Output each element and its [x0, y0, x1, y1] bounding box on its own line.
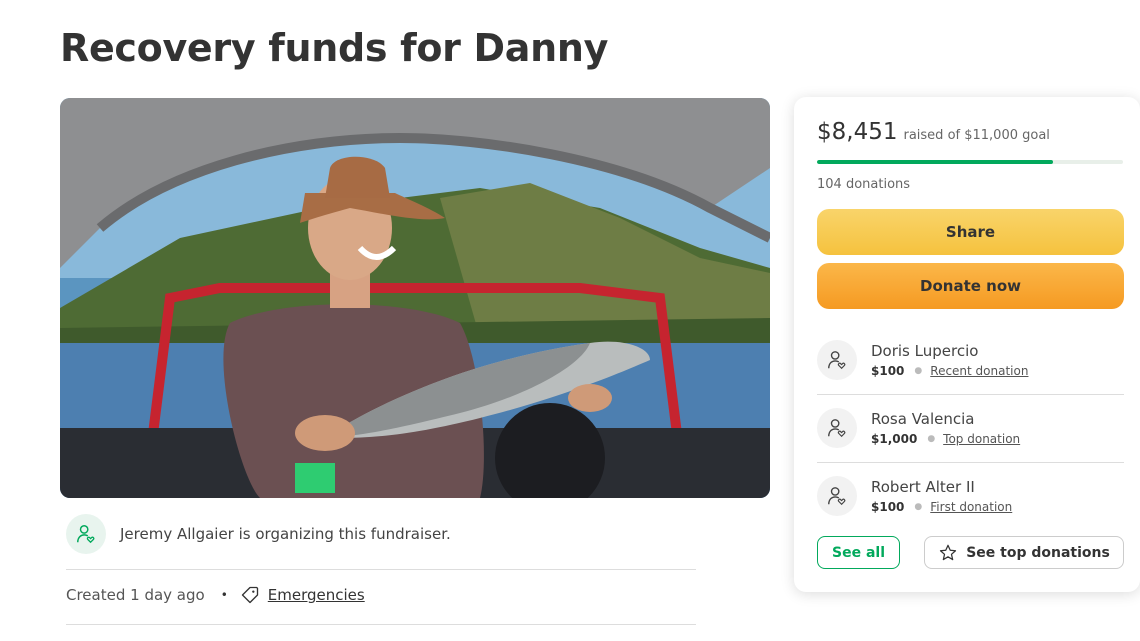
share-button[interactable]: Share	[817, 209, 1124, 255]
amount-raised: $8,451	[817, 119, 898, 145]
see-all-button[interactable]: See all	[817, 536, 900, 569]
donor-name: Rosa Valencia	[871, 410, 975, 428]
user-heart-icon	[817, 340, 857, 380]
amount-row: $8,451 raised of $11,000 goal	[817, 119, 1050, 145]
organizer-row: Jeremy Allgaier is organizing this fundr…	[66, 514, 451, 554]
user-heart-icon	[817, 476, 857, 516]
category-link[interactable]: Emergencies	[268, 586, 365, 604]
created-date: Created 1 day ago	[66, 586, 205, 604]
campaign-photo	[60, 98, 770, 498]
user-heart-icon	[66, 514, 106, 554]
page-title: Recovery funds for Danny	[60, 26, 609, 70]
donor-amount: $100	[871, 364, 905, 378]
donor-amount: $1,000	[871, 432, 918, 446]
separator-dot: ●	[927, 434, 936, 444]
divider	[66, 624, 696, 625]
donor-item: Doris Lupercio $100 ● Recent donation	[817, 326, 1124, 395]
donation-type-link[interactable]: Top donation	[943, 432, 1020, 446]
tag-icon	[240, 585, 260, 605]
progress-fill	[817, 160, 1053, 164]
meta-separator: •	[220, 588, 228, 602]
donation-card: $8,451 raised of $11,000 goal 104 donati…	[794, 97, 1140, 592]
organizer-text: Jeremy Allgaier is organizing this fundr…	[120, 525, 451, 543]
separator-dot: ●	[914, 366, 923, 376]
donor-item: Robert Alter II $100 ● First donation	[817, 462, 1124, 530]
goal-text: raised of $11,000 goal	[903, 128, 1050, 143]
divider	[66, 569, 696, 570]
donor-name: Doris Lupercio	[871, 342, 979, 360]
donate-now-button[interactable]: Donate now	[817, 263, 1124, 309]
user-heart-icon	[817, 408, 857, 448]
donor-name: Robert Alter II	[871, 478, 975, 496]
donor-item: Rosa Valencia $1,000 ● Top donation	[817, 394, 1124, 463]
see-top-donations-button[interactable]: See top donations	[924, 536, 1124, 569]
progress-bar	[817, 160, 1123, 164]
star-icon	[938, 543, 958, 563]
campaign-meta: Created 1 day ago • Emergencies	[66, 585, 365, 605]
separator-dot: ●	[914, 502, 923, 512]
see-top-donations-label: See top donations	[966, 544, 1110, 561]
donor-amount: $100	[871, 500, 905, 514]
donations-count: 104 donations	[817, 177, 911, 192]
donation-type-link[interactable]: Recent donation	[930, 364, 1028, 378]
donation-type-link[interactable]: First donation	[930, 500, 1012, 514]
